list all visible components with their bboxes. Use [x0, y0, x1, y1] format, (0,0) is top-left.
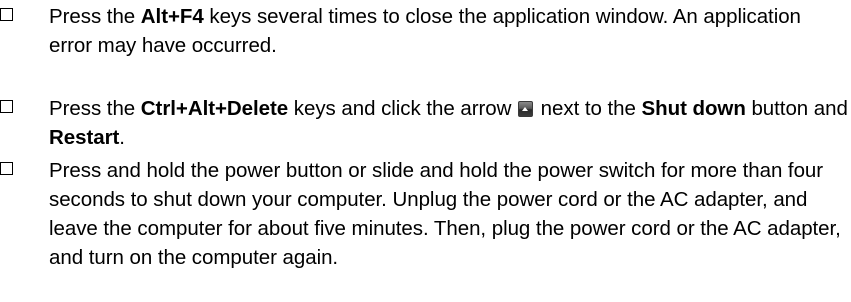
instruction-list: Press the Alt+F4 keys several times to c…	[0, 0, 851, 302]
up-arrow-icon	[518, 101, 534, 117]
list-item-text: Press the Ctrl+Alt+Delete keys and click…	[49, 97, 848, 149]
keys-alt-f4: Alt+F4	[140, 5, 204, 28]
list-item-text: Press and hold the power button or slide…	[49, 159, 841, 269]
list-item: Press the Ctrl+Alt+Delete keys and click…	[0, 94, 851, 152]
list-item: Press and hold the power button or slide…	[0, 156, 851, 272]
checkbox-icon	[0, 100, 13, 113]
list-item-text: Press the Alt+F4 keys several times to c…	[49, 5, 801, 57]
checkbox-icon	[0, 162, 13, 175]
restart-label: Restart	[49, 126, 120, 149]
checkbox-icon	[0, 8, 13, 21]
keys-ctrl-alt-delete: Ctrl+Alt+Delete	[140, 97, 289, 120]
list-item: Press the Alt+F4 keys several times to c…	[0, 2, 851, 60]
shut-down-label: Shut down	[641, 97, 746, 120]
